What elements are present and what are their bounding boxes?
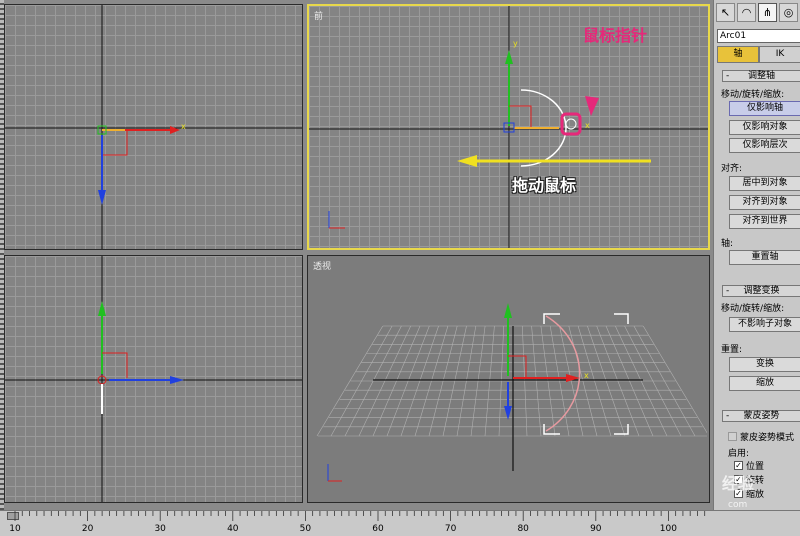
timeline-ruler[interactable]: 10 20 30 40 50 60 70 80 90 100 [0,510,800,536]
persp-arc-object [545,315,581,432]
align-to-world-button[interactable]: 对齐到世界 [729,214,800,229]
motion-icon[interactable]: ◎ [779,3,798,22]
front-viewport-graphics: y x [309,6,708,248]
ruler-tick-label: 40 [227,524,239,534]
perspective-viewport-graphics: x [316,303,707,482]
viewport-left[interactable] [4,255,303,503]
front-gizmo-y-arrow [505,50,513,64]
tab-pivot[interactable]: 轴 [717,46,759,63]
front-y-label: y [513,39,518,48]
top-viewport-graphics: x [5,5,302,249]
hierarchy-subtabs: 轴 IK [717,46,800,63]
top-gizmo-z-arrow [98,190,106,205]
tab-ik[interactable]: IK [759,46,800,63]
rollout-skin-pose-title: 蒙皮姿势 [743,411,780,421]
front-x-label: x [585,121,590,130]
ruler-tick-label: 80 [517,524,529,534]
left-viewport-graphics [5,256,302,502]
object-name-field[interactable]: Arc01 [717,29,800,43]
front-gizmo-plane [509,105,532,128]
group-enable: 启用: [728,449,750,459]
hierarchy-icon[interactable]: ⋔ [758,3,777,22]
rollout-adjust-transform-title: 调整变换 [743,286,780,296]
watermark: 经验 [722,474,755,493]
persp-bracket-br [614,424,629,435]
left-gizmo-y-arrow [98,301,106,316]
affect-pivot-only-button[interactable]: 仅影响轴 [729,101,800,116]
ruler-tick-label: 30 [154,524,166,534]
ruler-tick-label: 50 [299,524,312,534]
group-transform-move: 移动/旋转/缩放: [721,304,785,314]
ruler-tick-label: 10 [9,524,21,534]
persp-x-label: x [584,371,589,380]
group-align: 对齐: [721,164,743,174]
top-x-label: x [181,122,186,131]
align-to-object-button[interactable]: 对齐到对象 [729,195,800,210]
affect-hierarchy-only-button[interactable]: 仅影响层次 [729,138,800,153]
affect-object-only-button[interactable]: 仅影响对象 [729,120,800,135]
rollout-skin-pose[interactable]: - 蒙皮姿势 [722,410,800,422]
reset-transform-button[interactable]: 变换 [729,357,800,372]
viewport-perspective[interactable]: 透视 x [307,255,710,503]
move-cursor [565,118,577,130]
dont-affect-children-button[interactable]: 不影响子对象 [729,317,800,332]
center-to-object-button[interactable]: 居中到对象 [729,176,800,191]
annotation-pointer-label: 鼠标指针 [583,26,648,45]
position-check-box[interactable]: ✓ [734,461,743,470]
pointer-callout-arrow [585,96,599,116]
pointer-icon[interactable]: ↖ [716,3,735,22]
command-panel: ↖ ◠ ⋔ ◎ Arc01 轴 IK - 调整轴 移动/旋转/缩放: 仅影响轴 仅… [713,0,800,510]
rollout-adjust-pivot[interactable]: - 调整轴 [722,70,800,82]
rollout-adjust-transform[interactable]: - 调整变换 [722,285,800,297]
left-gizmo-z-arrow [170,376,184,384]
persp-gizmo-plane [508,355,527,378]
left-gizmo-plane [102,352,128,378]
ruler-tick-label: 20 [81,524,94,534]
perspective-grid [316,325,707,437]
group-pivot: 轴: [721,239,734,249]
skin-pose-mode-label: 蒙皮姿势模式 [740,433,795,443]
arc-icon[interactable]: ◠ [737,3,756,22]
ruler-tick-label: 90 [590,524,602,534]
rollout-adjust-pivot-title: 调整轴 [747,71,775,81]
group-reset: 重置: [721,345,743,355]
persp-bracket-tr [614,313,629,324]
viewport-top[interactable]: x [4,4,303,250]
top-gizmo-x-arrow [170,126,180,134]
skin-pose-mode-checkbox[interactable]: 蒙皮姿势模式 [728,430,794,443]
ruler-tick-label: 70 [444,524,457,534]
group-move-rotate-scale: 移动/旋转/缩放: [721,90,785,100]
ruler-tick-label: 60 [372,524,384,534]
persp-gizmo-y-arrow [504,303,512,318]
ruler-tick-label: 100 [659,524,677,534]
drag-arrow-head [457,155,477,167]
viewport-front[interactable]: 前 y x [307,4,710,250]
panel-tab-bar: ↖ ◠ ⋔ ◎ [716,3,798,23]
watermark-url: com [728,500,748,510]
reset-scale-button[interactable]: 缩放 [729,376,800,391]
reset-pivot-button[interactable]: 重置轴 [729,250,800,265]
persp-bracket-bl [543,424,560,435]
annotation-drag-label: 拖动鼠标 [512,176,577,195]
ruler-ticks [14,511,706,521]
skin-pose-mode-box[interactable] [728,432,737,441]
